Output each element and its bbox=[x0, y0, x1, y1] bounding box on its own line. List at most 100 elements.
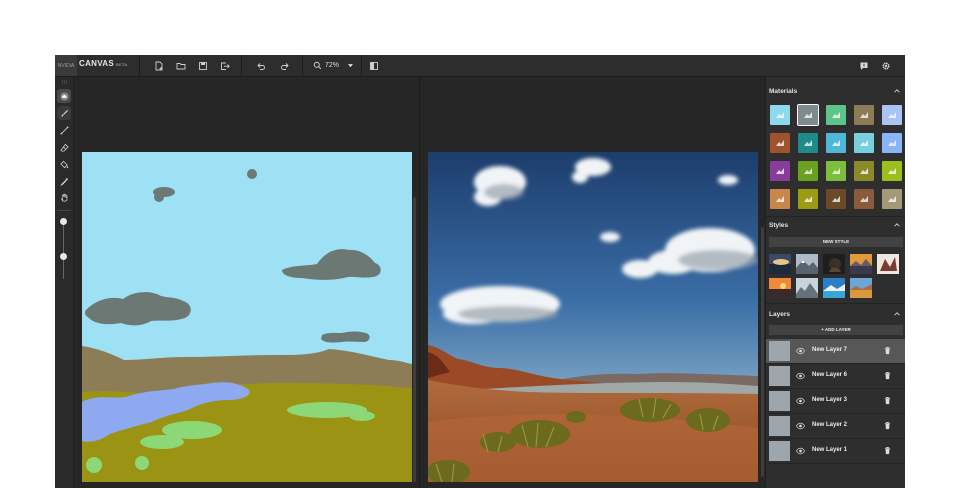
material-swatch[interactable] bbox=[854, 161, 874, 181]
material-swatch[interactable] bbox=[798, 133, 818, 153]
tool-eyedropper[interactable] bbox=[57, 174, 71, 188]
split-divider bbox=[419, 77, 420, 488]
feedback-icon bbox=[860, 62, 867, 70]
material-swatch[interactable] bbox=[826, 161, 846, 181]
redo-button[interactable] bbox=[277, 58, 292, 73]
material-swatch[interactable] bbox=[770, 133, 790, 153]
material-swatch[interactable] bbox=[798, 189, 818, 209]
materials-section-header[interactable]: Materials bbox=[766, 85, 905, 99]
material-swatch[interactable] bbox=[798, 161, 818, 181]
zoom-control[interactable]: 72% bbox=[313, 58, 359, 73]
layer-row[interactable]: New Layer 6 bbox=[766, 364, 905, 388]
trash-icon[interactable] bbox=[883, 346, 892, 355]
layer-name: New Layer 6 bbox=[812, 372, 848, 378]
toggle-view-button[interactable] bbox=[366, 58, 381, 73]
chevron-up-icon[interactable] bbox=[893, 87, 901, 95]
export-button[interactable] bbox=[217, 58, 232, 73]
canvas-scrollbar[interactable] bbox=[413, 197, 416, 482]
material-icon bbox=[776, 168, 784, 174]
material-swatch[interactable] bbox=[770, 105, 790, 125]
toolbar-separator bbox=[241, 55, 242, 76]
layer-row[interactable]: New Layer 3 bbox=[766, 389, 905, 413]
chevron-down-icon[interactable] bbox=[347, 62, 354, 69]
style-thumbnail[interactable] bbox=[877, 254, 899, 274]
trash-icon[interactable] bbox=[883, 446, 892, 455]
material-icon bbox=[860, 140, 868, 146]
tool-fill[interactable] bbox=[57, 157, 71, 171]
layer-row[interactable]: New Layer 1 bbox=[766, 439, 905, 463]
material-swatch[interactable] bbox=[770, 189, 790, 209]
style-thumbnail[interactable] bbox=[850, 278, 872, 298]
tool-pan[interactable] bbox=[57, 190, 71, 204]
material-swatch[interactable] bbox=[797, 104, 819, 126]
eye-icon[interactable] bbox=[796, 372, 805, 380]
material-swatch[interactable] bbox=[882, 161, 902, 181]
save-button[interactable] bbox=[195, 58, 210, 73]
style-thumbnail[interactable] bbox=[823, 254, 845, 274]
eye-icon[interactable] bbox=[796, 397, 805, 405]
eye-icon[interactable] bbox=[796, 447, 805, 455]
material-swatch[interactable] bbox=[882, 189, 902, 209]
tool-line[interactable] bbox=[57, 123, 71, 137]
style-thumbnail[interactable] bbox=[823, 278, 845, 298]
trash-icon[interactable] bbox=[883, 371, 892, 380]
style-thumbnail[interactable] bbox=[796, 254, 818, 274]
material-swatch[interactable] bbox=[882, 105, 902, 125]
material-swatch[interactable] bbox=[826, 189, 846, 209]
output-scrollbar[interactable] bbox=[761, 227, 764, 477]
layer-row[interactable]: New Layer 7 bbox=[766, 339, 905, 363]
tool-materials[interactable] bbox=[57, 89, 71, 103]
brush-hardness-slider-knob[interactable] bbox=[60, 253, 67, 260]
material-swatch[interactable] bbox=[882, 133, 902, 153]
material-swatch[interactable] bbox=[854, 133, 874, 153]
style-thumbnail[interactable] bbox=[769, 254, 791, 274]
material-swatch[interactable] bbox=[826, 133, 846, 153]
material-swatch[interactable] bbox=[854, 189, 874, 209]
settings-button[interactable] bbox=[878, 58, 893, 73]
material-icon bbox=[888, 112, 896, 118]
new-file-button[interactable] bbox=[151, 58, 166, 73]
material-icon bbox=[888, 168, 896, 174]
layer-row[interactable]: New Layer 2 bbox=[766, 414, 905, 438]
generated-output-image bbox=[428, 152, 758, 482]
style-thumbnail[interactable] bbox=[850, 254, 872, 274]
tool-brush[interactable] bbox=[57, 106, 71, 120]
tool-eraser[interactable] bbox=[57, 140, 71, 154]
brush-icon bbox=[60, 109, 68, 117]
landscape-render bbox=[428, 152, 758, 482]
eye-icon[interactable] bbox=[796, 422, 805, 430]
tool-sidebar bbox=[55, 77, 74, 488]
styles-section-header[interactable]: Styles bbox=[766, 219, 905, 233]
layer-separator bbox=[766, 463, 905, 464]
material-swatch[interactable] bbox=[770, 161, 790, 181]
new-style-button[interactable]: NEW STYLE bbox=[769, 237, 903, 247]
material-icon bbox=[776, 112, 784, 118]
open-file-button[interactable] bbox=[173, 58, 188, 73]
brush-size-slider-knob[interactable] bbox=[60, 218, 67, 225]
material-swatch[interactable] bbox=[826, 105, 846, 125]
feedback-button[interactable] bbox=[856, 58, 871, 73]
gear-icon bbox=[881, 61, 890, 70]
layer-thumbnail bbox=[769, 441, 790, 461]
layer-name: New Layer 2 bbox=[812, 422, 848, 428]
tool-grip[interactable] bbox=[57, 78, 71, 86]
segmentation-canvas[interactable] bbox=[82, 152, 412, 482]
chevron-up-icon[interactable] bbox=[893, 310, 901, 318]
material-icon bbox=[804, 140, 812, 146]
material-icon bbox=[860, 196, 868, 202]
eye-icon[interactable] bbox=[796, 347, 805, 355]
trash-icon[interactable] bbox=[883, 421, 892, 430]
add-layer-button[interactable]: + ADD LAYER bbox=[769, 325, 903, 335]
material-swatch[interactable] bbox=[854, 105, 874, 125]
brush-size-slider-track[interactable] bbox=[63, 219, 64, 279]
hand-icon bbox=[60, 193, 67, 201]
chevron-up-icon[interactable] bbox=[893, 221, 901, 229]
layers-section-header[interactable]: Layers bbox=[766, 308, 905, 322]
layer-name: New Layer 1 bbox=[812, 447, 848, 453]
material-icon bbox=[832, 168, 840, 174]
trash-icon[interactable] bbox=[883, 396, 892, 405]
style-thumbnail[interactable] bbox=[769, 278, 791, 298]
style-thumbnail[interactable] bbox=[796, 278, 818, 298]
section-divider bbox=[766, 303, 905, 304]
undo-button[interactable] bbox=[253, 58, 268, 73]
